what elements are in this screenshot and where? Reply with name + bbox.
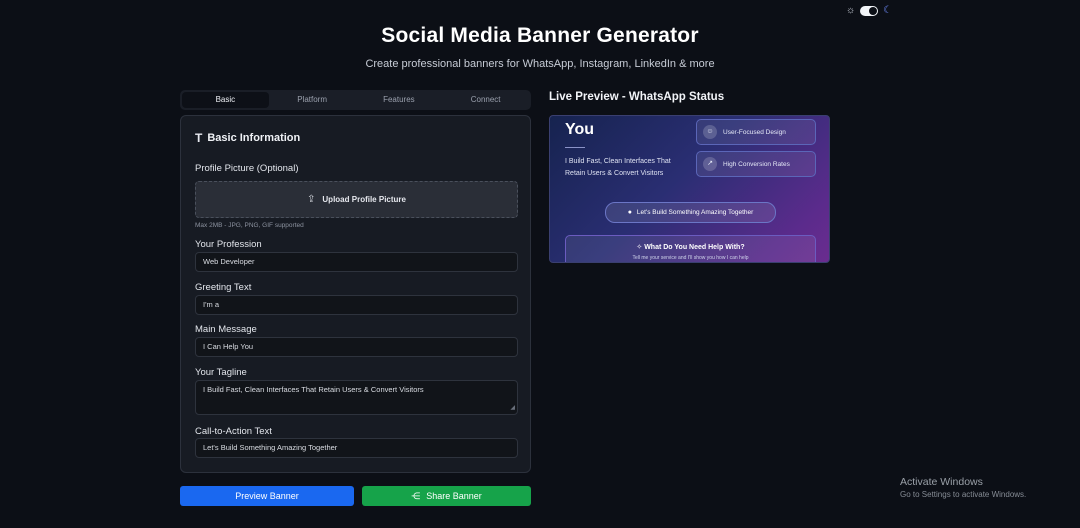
- switch-knob: [869, 7, 878, 15]
- profile-picture-label: Profile Picture (Optional): [195, 163, 299, 174]
- preview-button-label: Preview Banner: [235, 491, 299, 501]
- upload-profile-picture-button[interactable]: ⇪ Upload Profile Picture: [195, 181, 518, 218]
- preview-banner-button[interactable]: Preview Banner: [180, 486, 354, 506]
- preview-headline: You: [565, 121, 595, 138]
- resize-grip-icon[interactable]: ◢: [510, 403, 515, 413]
- upload-icon: ⇪: [307, 194, 316, 205]
- preview-title: Live Preview - WhatsApp Status: [549, 91, 725, 103]
- text-type-icon: T: [195, 131, 203, 145]
- main-message-label: Main Message: [195, 324, 257, 335]
- cta-label: Call-to-Action Text: [195, 426, 272, 437]
- card-header: T Basic Information: [195, 131, 300, 145]
- tab-basic[interactable]: Basic: [182, 92, 269, 108]
- basic-information-card: T Basic Information Profile Picture (Opt…: [180, 115, 531, 473]
- windows-activation-watermark: Activate Windows Go to Settings to activ…: [900, 476, 1026, 499]
- help-title-text: What Do You Need Help With?: [644, 244, 745, 251]
- watermark-line-1: Activate Windows: [900, 476, 983, 488]
- page-title: Social Media Banner Generator: [381, 24, 699, 47]
- tab-platform[interactable]: Platform: [269, 92, 356, 108]
- card-title: Basic Information: [207, 132, 301, 144]
- tab-connect[interactable]: Connect: [442, 92, 529, 108]
- banner-preview: You I Build Fast, Clean Interfaces That …: [549, 115, 830, 263]
- theme-toggle[interactable]: ☼ ☾: [846, 6, 892, 16]
- preview-badge: ↗ High Conversion Rates: [696, 151, 816, 177]
- tagline-label: Your Tagline: [195, 367, 247, 378]
- share-banner-button[interactable]: ⋲ Share Banner: [362, 486, 531, 506]
- tab-features[interactable]: Features: [356, 92, 443, 108]
- preview-badge: ☺ User-Focused Design: [696, 119, 816, 145]
- upload-hint: Max 2MB - JPG, PNG, GIF supported: [195, 222, 304, 229]
- preview-help-box: ✧ What Do You Need Help With? Tell me yo…: [565, 235, 816, 262]
- upload-label: Upload Profile Picture: [322, 195, 406, 204]
- tagline-textarea[interactable]: I Build Fast, Clean Interfaces That Reta…: [195, 380, 518, 415]
- greeting-input[interactable]: I'm a: [195, 295, 518, 315]
- preview-help-subtitle: Tell me your service and I'll show you h…: [632, 255, 749, 261]
- message-icon: ●: [627, 209, 632, 216]
- share-icon: ⋲: [411, 490, 421, 501]
- users-icon: ☺: [703, 125, 717, 139]
- badge-label: User-Focused Design: [723, 128, 786, 136]
- preview-tagline: I Build Fast, Clean Interfaces That Reta…: [565, 158, 671, 177]
- main-message-input[interactable]: I Can Help You: [195, 337, 518, 357]
- preview-divider: [565, 147, 585, 148]
- profession-input[interactable]: Web Developer: [195, 252, 518, 272]
- moon-icon: ☾: [883, 5, 893, 16]
- preview-cta: ● Let's Build Something Amazing Together: [605, 202, 776, 223]
- theme-switch[interactable]: [860, 6, 879, 16]
- share-button-label: Share Banner: [426, 491, 482, 501]
- cta-input[interactable]: Let's Build Something Amazing Together: [195, 438, 518, 458]
- tagline-text: I Build Fast, Clean Interfaces That Reta…: [203, 385, 424, 394]
- preview-cta-label: Let's Build Something Amazing Together: [636, 209, 754, 216]
- greeting-label: Greeting Text: [195, 282, 252, 293]
- tab-bar: Basic Platform Features Connect: [180, 90, 531, 110]
- watermark-line-2: Go to Settings to activate Windows.: [900, 490, 1027, 499]
- sun-icon: ☼: [846, 5, 856, 16]
- profession-label: Your Profession: [195, 239, 262, 250]
- badge-label: High Conversion Rates: [723, 160, 790, 168]
- preview-help-title: ✧ What Do You Need Help With?: [636, 244, 745, 251]
- trending-up-icon: ↗: [703, 157, 717, 171]
- page-subtitle: Create professional banners for WhatsApp…: [365, 58, 715, 70]
